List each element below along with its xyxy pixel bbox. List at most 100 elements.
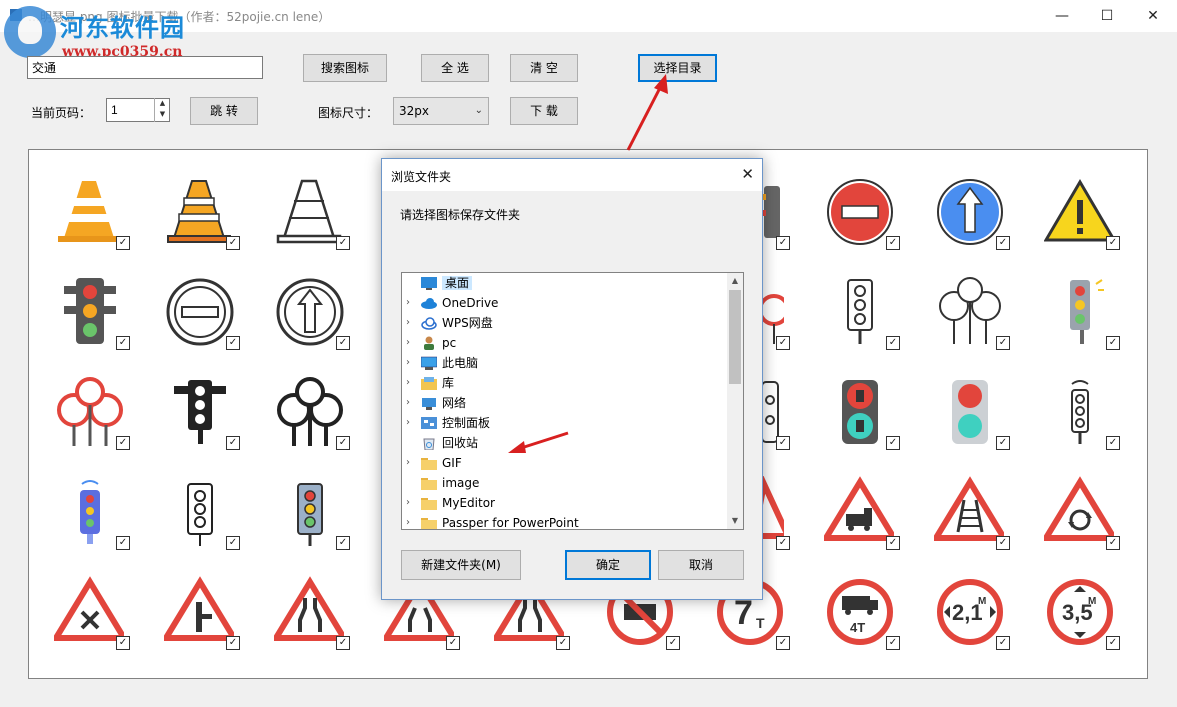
icon-cell-pedestrian-signal[interactable]: ✓ xyxy=(824,376,914,466)
page-spinner[interactable]: ▲ ▼ xyxy=(154,98,170,122)
icon-checkbox[interactable]: ✓ xyxy=(776,236,790,250)
icon-checkbox[interactable]: ✓ xyxy=(556,636,570,650)
minimize-button[interactable]: — xyxy=(1039,0,1085,32)
icon-checkbox[interactable]: ✓ xyxy=(776,336,790,350)
icon-checkbox[interactable]: ✓ xyxy=(226,636,240,650)
icon-cell-roundabout-sign[interactable]: ✓ xyxy=(1044,476,1134,566)
chevron-right-icon[interactable]: › xyxy=(406,513,416,529)
icon-cell-crossroad-sign[interactable]: ✓ xyxy=(54,576,144,666)
icon-checkbox[interactable]: ✓ xyxy=(226,436,240,450)
tree-item-pc[interactable]: › pc xyxy=(402,333,728,353)
new-folder-button[interactable]: 新建文件夹(M) xyxy=(401,550,521,580)
tree-item-myeditor[interactable]: › MyEditor xyxy=(402,493,728,513)
icon-cell-ahead-only-sign[interactable]: ✓ xyxy=(934,176,1024,266)
icon-checkbox[interactable]: ✓ xyxy=(336,636,350,650)
icon-checkbox[interactable]: ✓ xyxy=(886,336,900,350)
icon-checkbox[interactable]: ✓ xyxy=(336,236,350,250)
icon-cell-traffic-light-red-green[interactable]: ✓ xyxy=(934,376,1024,466)
icon-checkbox[interactable]: ✓ xyxy=(1106,536,1120,550)
icon-cell-train-warning-sign[interactable]: ✓ xyxy=(824,476,914,566)
icon-cell-traffic-light-outline[interactable]: ✓ xyxy=(824,276,914,366)
spin-up-icon[interactable]: ▲ xyxy=(155,98,170,109)
select-all-button[interactable]: 全 选 xyxy=(421,54,489,82)
icon-checkbox[interactable]: ✓ xyxy=(886,636,900,650)
icon-cell-traffic-light-color[interactable]: ✓ xyxy=(54,276,144,366)
icon-cell-warning-sign[interactable]: ✓ xyxy=(1044,176,1134,266)
icon-checkbox[interactable]: ✓ xyxy=(776,536,790,550)
download-button[interactable]: 下 载 xyxy=(510,97,578,125)
icon-checkbox[interactable]: ✓ xyxy=(1106,636,1120,650)
icon-cell-smart-traffic-light[interactable]: ✓ xyxy=(1044,376,1134,466)
dialog-close-icon[interactable]: ✕ xyxy=(741,165,754,183)
chevron-right-icon[interactable]: › xyxy=(406,333,416,353)
icon-checkbox[interactable]: ✓ xyxy=(886,436,900,450)
icon-cell-railway-crossing-sign[interactable]: ✓ xyxy=(934,476,1024,566)
spin-down-icon[interactable]: ▼ xyxy=(155,109,170,120)
close-button[interactable]: ✕ xyxy=(1130,0,1176,32)
icon-checkbox[interactable]: ✓ xyxy=(1106,236,1120,250)
icon-checkbox[interactable]: ✓ xyxy=(886,236,900,250)
search-icons-button[interactable]: 搜索图标 xyxy=(303,54,387,82)
icon-cell-width-limit-sign[interactable]: 2,1 M ✓ xyxy=(934,576,1024,666)
icon-cell-direction-signs-red[interactable]: ✓ xyxy=(54,376,144,466)
icon-checkbox[interactable]: ✓ xyxy=(776,436,790,450)
chevron-right-icon[interactable]: › xyxy=(406,353,416,373)
icon-cell-traffic-cone-orange[interactable]: ✓ xyxy=(54,176,144,266)
icon-cell-direction-signs-black[interactable]: ✓ xyxy=(274,376,364,466)
icon-checkbox[interactable]: ✓ xyxy=(996,636,1010,650)
tree-item-desktop[interactable]: 桌面 xyxy=(402,273,728,293)
chevron-right-icon[interactable]: › xyxy=(406,313,416,333)
icon-cell-ahead-only-outline[interactable]: ✓ xyxy=(274,276,364,366)
tree-item-onedrive[interactable]: › OneDrive xyxy=(402,293,728,313)
icon-checkbox[interactable]: ✓ xyxy=(116,536,130,550)
icon-cell-traffic-light-line[interactable]: ✓ xyxy=(164,476,254,566)
tree-item-this-pc[interactable]: › 此电脑 xyxy=(402,353,728,373)
folder-tree[interactable]: 桌面 › OneDrive › WPS网盘 › pc › 此电脑 › 库 › 网… xyxy=(401,272,744,530)
icon-checkbox[interactable]: ✓ xyxy=(116,636,130,650)
icon-cell-traffic-light-gray[interactable]: ✓ xyxy=(1044,276,1134,366)
icon-checkbox[interactable]: ✓ xyxy=(996,236,1010,250)
icon-checkbox[interactable]: ✓ xyxy=(776,636,790,650)
icon-cell-no-entry-outline[interactable]: ✓ xyxy=(164,276,254,366)
icon-checkbox[interactable]: ✓ xyxy=(336,536,350,550)
icon-checkbox[interactable]: ✓ xyxy=(446,636,460,650)
chevron-right-icon[interactable]: › xyxy=(406,393,416,413)
icon-cell-no-entry-sign[interactable]: ✓ xyxy=(824,176,914,266)
clear-button[interactable]: 清 空 xyxy=(510,54,578,82)
chevron-right-icon[interactable]: › xyxy=(406,453,416,473)
icon-checkbox[interactable]: ✓ xyxy=(1106,436,1120,450)
scroll-down-icon[interactable]: ▼ xyxy=(727,513,743,529)
chevron-right-icon[interactable]: › xyxy=(406,373,416,393)
icon-cell-wifi-traffic-light[interactable]: ✓ xyxy=(54,476,144,566)
tree-item-library[interactable]: › 库 xyxy=(402,373,728,393)
icon-checkbox[interactable]: ✓ xyxy=(226,336,240,350)
icon-checkbox[interactable]: ✓ xyxy=(666,636,680,650)
tree-item-passper[interactable]: › Passper for PowerPoint xyxy=(402,513,728,529)
icon-cell-traffic-cone-striped[interactable]: ✓ xyxy=(164,176,254,266)
chevron-right-icon[interactable]: › xyxy=(406,413,416,433)
icon-checkbox[interactable]: ✓ xyxy=(116,236,130,250)
icon-checkbox[interactable]: ✓ xyxy=(226,536,240,550)
icon-cell-side-road-sign[interactable]: ✓ xyxy=(164,576,254,666)
icon-checkbox[interactable]: ✓ xyxy=(336,336,350,350)
icon-checkbox[interactable]: ✓ xyxy=(336,436,350,450)
icon-checkbox[interactable]: ✓ xyxy=(226,236,240,250)
tree-item-network[interactable]: › 网络 xyxy=(402,393,728,413)
icon-cell-direction-signs-outline[interactable]: ✓ xyxy=(934,276,1024,366)
icon-cell-traffic-light-black[interactable]: ✓ xyxy=(164,376,254,466)
ok-button[interactable]: 确定 xyxy=(565,550,651,580)
icon-checkbox[interactable]: ✓ xyxy=(886,536,900,550)
tree-item-wps[interactable]: › WPS网盘 xyxy=(402,313,728,333)
icon-checkbox[interactable]: ✓ xyxy=(116,336,130,350)
icon-checkbox[interactable]: ✓ xyxy=(996,536,1010,550)
tree-item-image[interactable]: image xyxy=(402,473,728,493)
scroll-up-icon[interactable]: ▲ xyxy=(727,273,743,289)
icon-checkbox[interactable]: ✓ xyxy=(996,436,1010,450)
icon-checkbox[interactable]: ✓ xyxy=(996,336,1010,350)
cancel-button[interactable]: 取消 xyxy=(658,550,744,580)
icon-cell-road-narrows-sign[interactable]: ✓ xyxy=(274,576,364,666)
icon-cell-truck-weight-sign[interactable]: 4T ✓ xyxy=(824,576,914,666)
icon-cell-traffic-cone-outline[interactable]: ✓ xyxy=(274,176,364,266)
icon-cell-traffic-light-blue[interactable]: ✓ xyxy=(274,476,364,566)
maximize-button[interactable]: ☐ xyxy=(1084,0,1130,32)
